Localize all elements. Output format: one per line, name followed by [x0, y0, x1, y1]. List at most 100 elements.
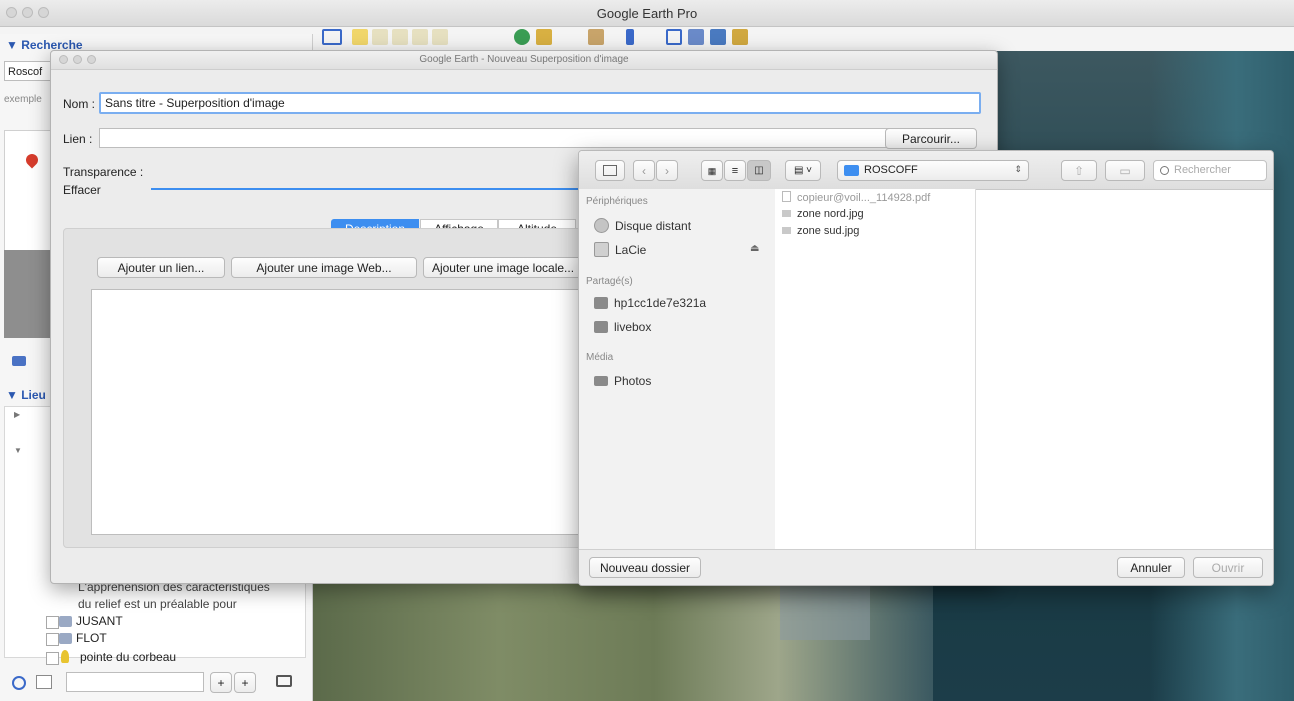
- sun-icon[interactable]: [536, 29, 552, 45]
- new-folder-button[interactable]: Nouveau dossier: [589, 557, 701, 578]
- file-name: copieur@voil..._114928.pdf: [797, 192, 931, 204]
- sidebar-item-photos[interactable]: Photos: [594, 374, 651, 388]
- name-field[interactable]: Sans titre - Superposition d'image: [99, 92, 981, 114]
- disc-icon: [594, 218, 609, 233]
- sidebar-toggle-icon: [603, 165, 617, 176]
- transparency-label: Transparence :: [63, 165, 144, 179]
- add-link-button[interactable]: Ajouter un lien...: [97, 257, 225, 278]
- file-dialog-toolbar: ‹ › ▦ ≡ ◫ ▤ ˅ ROSCOFF ⇕ ⇧ ▭ Rechercher: [579, 151, 1273, 190]
- historical-imagery-icon[interactable]: [514, 29, 530, 45]
- sidebar-item-label: hp1cc1de7e321a: [614, 296, 707, 310]
- panel-toggle-icon[interactable]: [36, 675, 52, 689]
- overlay-dialog-titlebar: Google Earth - Nouveau Superposition d'i…: [51, 51, 997, 70]
- media-header: Média: [586, 352, 614, 363]
- places-panel-header[interactable]: ▼ Lieu: [6, 388, 46, 402]
- add-local-image-button[interactable]: Ajouter une image locale...: [423, 257, 583, 278]
- polygon-icon[interactable]: [372, 29, 388, 45]
- remove-place-button[interactable]: +: [234, 672, 256, 693]
- forward-button[interactable]: ›: [656, 160, 678, 181]
- place-checkbox[interactable]: [46, 652, 59, 665]
- email-icon[interactable]: [666, 29, 682, 45]
- image-overlay-icon[interactable]: [412, 29, 428, 45]
- eject-icon[interactable]: ⏏: [750, 243, 759, 254]
- file-item-zone-nord[interactable]: zone nord.jpg: [782, 208, 864, 220]
- file-item-pdf[interactable]: copieur@voil..._114928.pdf: [782, 191, 930, 204]
- path-icon[interactable]: [392, 29, 408, 45]
- camera-icon: [594, 376, 608, 386]
- overlay-dialog-title: Google Earth - Nouveau Superposition d'i…: [419, 54, 629, 65]
- overlay-layer-icon: [59, 633, 72, 644]
- file-item-zone-sud[interactable]: zone sud.jpg: [782, 225, 859, 237]
- link-label: Lien :: [63, 132, 93, 146]
- file-name: zone sud.jpg: [797, 225, 860, 237]
- search-hint: exemple: [4, 94, 42, 105]
- sidebar-item-livebox[interactable]: livebox: [594, 320, 651, 334]
- folder-icon[interactable]: [12, 356, 26, 366]
- ruler-icon[interactable]: [626, 29, 634, 45]
- place-checkbox[interactable]: [46, 633, 59, 646]
- print-icon[interactable]: [688, 29, 704, 45]
- harbor-area: [780, 580, 870, 640]
- sidebar-item-label: Photos: [614, 374, 652, 388]
- placemark-icon[interactable]: [352, 29, 368, 45]
- search-field[interactable]: Rechercher: [1153, 160, 1267, 181]
- icon-view-button[interactable]: ▦: [701, 160, 723, 181]
- shared-header: Partagé(s): [586, 276, 633, 287]
- pushpin-icon: [61, 650, 69, 663]
- tree-collapse-icon[interactable]: ▼: [14, 446, 22, 455]
- tag-button[interactable]: ▭: [1105, 160, 1145, 181]
- record-tour-icon[interactable]: [432, 29, 448, 45]
- sidebar-toggle-icon[interactable]: [322, 29, 342, 45]
- places-filter-input[interactable]: [66, 672, 204, 692]
- sidebar-item-lacie[interactable]: LaCie: [594, 242, 646, 257]
- folder-icon: [844, 165, 859, 176]
- open-button[interactable]: Ouvrir: [1193, 557, 1263, 578]
- search-icon: [1160, 166, 1169, 175]
- place-label: pointe du corbeau: [80, 650, 177, 664]
- cancel-button[interactable]: Annuler: [1117, 557, 1185, 578]
- file-dialog: ‹ › ▦ ≡ ◫ ▤ ˅ ROSCOFF ⇕ ⇧ ▭ Rechercher N…: [578, 150, 1274, 586]
- description-textarea[interactable]: [91, 289, 633, 535]
- image-file-icon: [782, 227, 791, 234]
- browse-button[interactable]: Parcourir...: [885, 128, 977, 149]
- window-title: Google Earth Pro: [596, 6, 698, 21]
- computer-icon: [594, 297, 608, 309]
- location-popup[interactable]: ROSCOFF ⇕: [837, 160, 1029, 181]
- popup-arrows-icon: ⇕: [1014, 164, 1022, 174]
- tree-expand-icon[interactable]: ▶: [14, 410, 20, 419]
- maps-icon[interactable]: [732, 29, 748, 45]
- sidebar-toggle-button[interactable]: [595, 160, 625, 181]
- computer-icon: [594, 321, 608, 333]
- sidebar-item-disque-distant[interactable]: Disque distant: [594, 218, 691, 233]
- share-button[interactable]: ⇧: [1061, 160, 1097, 181]
- drive-icon: [594, 242, 609, 257]
- search-places-icon[interactable]: [12, 676, 26, 690]
- image-file-icon: [782, 210, 791, 217]
- file-name: zone nord.jpg: [797, 208, 864, 220]
- overlay-layer-icon: [59, 616, 72, 627]
- pdf-file-icon: [782, 191, 791, 202]
- planets-icon[interactable]: [588, 29, 604, 45]
- list-view-button[interactable]: ≡: [724, 160, 746, 181]
- places-description-line: du relief est un préalable pour: [78, 597, 237, 611]
- place-label: FLOT: [76, 631, 107, 645]
- add-place-button[interactable]: +: [210, 672, 232, 693]
- save-image-icon[interactable]: [710, 29, 726, 45]
- place-label: JUSANT: [76, 614, 123, 628]
- sidebar-item-hp1cc1de7e321a[interactable]: hp1cc1de7e321a: [594, 296, 706, 310]
- name-label: Nom :: [63, 97, 96, 111]
- search-placeholder: Rechercher: [1174, 164, 1231, 176]
- place-checkbox[interactable]: [46, 616, 59, 629]
- location-label: ROSCOFF: [864, 164, 918, 176]
- file-column: [775, 189, 976, 549]
- transparency-slider-track[interactable]: [151, 188, 581, 190]
- sidebar-item-label: livebox: [614, 320, 652, 334]
- new-folder-small-icon[interactable]: [276, 675, 292, 687]
- column-view-button[interactable]: ◫: [747, 160, 771, 181]
- back-button[interactable]: ‹: [633, 160, 655, 181]
- arrange-button[interactable]: ▤ ˅: [785, 160, 821, 181]
- link-field[interactable]: [99, 128, 925, 148]
- add-web-image-button[interactable]: Ajouter une image Web...: [231, 257, 417, 278]
- main-titlebar: Google Earth Pro: [0, 0, 1294, 27]
- devices-header: Périphériques: [586, 196, 648, 207]
